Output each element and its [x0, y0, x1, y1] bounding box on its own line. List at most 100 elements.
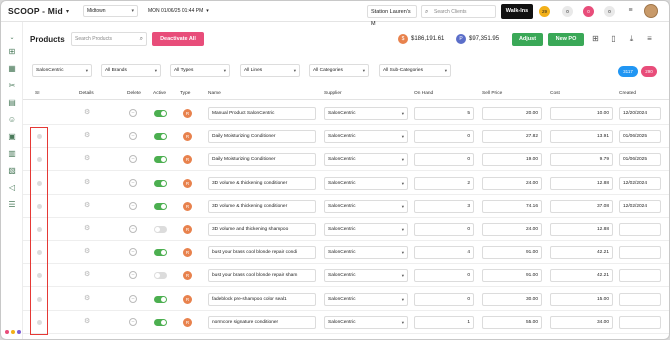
on-hand-field[interactable]: 4	[414, 246, 474, 260]
product-name-field[interactable]: 3D volume and thickening shampoo	[208, 223, 316, 236]
notification-badge[interactable]: 0	[604, 6, 615, 17]
column-header-sell-price[interactable]: Sell Price	[482, 91, 502, 96]
created-date-field[interactable]	[619, 223, 661, 236]
created-date-field[interactable]	[619, 246, 661, 260]
supplier-filter[interactable]: SalonCentric ▾	[32, 64, 92, 77]
gear-icon[interactable]: ⚙	[84, 179, 90, 187]
clients-icon[interactable]: ☺	[6, 115, 18, 125]
cost-field[interactable]: 37.08	[550, 199, 613, 213]
created-date-field[interactable]	[619, 315, 661, 329]
delete-icon[interactable]: –	[129, 155, 137, 164]
contacts-icon[interactable]: ▣	[6, 132, 18, 142]
delete-icon[interactable]: –	[129, 132, 137, 141]
cost-field[interactable]: 42.21	[550, 246, 613, 260]
marketing-icon[interactable]: ◁	[6, 183, 18, 193]
column-header-supplier[interactable]: Supplier	[324, 91, 342, 96]
cost-field[interactable]: 12.88	[550, 176, 613, 190]
location-select[interactable]: Midtown ▾	[82, 5, 138, 17]
inactive-count-badge[interactable]: 290	[641, 66, 657, 77]
delete-icon[interactable]: –	[129, 317, 137, 326]
created-date-field[interactable]	[619, 269, 661, 283]
supplier-select[interactable]: SalonCentric ▾	[324, 269, 408, 283]
supplier-select[interactable]: SalonCentric ▾	[324, 246, 408, 260]
gear-icon[interactable]: ⚙	[84, 295, 90, 303]
created-date-field[interactable]: 01/06/2025	[619, 130, 661, 144]
line-filter[interactable]: All Lines ▾	[240, 64, 300, 77]
cost-field[interactable]: 9.79	[550, 153, 613, 167]
column-header-name[interactable]: Name	[208, 91, 221, 96]
sell-price-field[interactable]: 19.00	[482, 153, 542, 167]
category-filter[interactable]: All Categories ▾	[309, 64, 369, 77]
active-toggle[interactable]	[154, 202, 167, 210]
product-name-field[interactable]: Manual Product SalonCentric	[208, 107, 316, 120]
sell-price-field[interactable]: 91.00	[482, 246, 542, 260]
list-icon[interactable]: ≡	[644, 33, 655, 45]
active-toggle[interactable]	[154, 272, 167, 280]
delete-icon[interactable]: –	[129, 225, 137, 233]
active-toggle[interactable]	[154, 110, 167, 117]
product-name-field[interactable]: normcore signature conditioner	[208, 315, 316, 329]
sell-price-field[interactable]: 91.00	[482, 269, 542, 283]
created-date-field[interactable]: 12/02/2024	[619, 176, 661, 190]
notification-badge[interactable]: 29	[539, 6, 550, 17]
active-count-badge[interactable]: 3117	[618, 66, 638, 77]
sell-price-field[interactable]: 74.16	[482, 199, 542, 213]
new-po-button[interactable]: New PO	[548, 33, 584, 46]
active-toggle[interactable]	[154, 318, 167, 326]
product-search-input[interactable]: Search Products ⌕	[71, 32, 147, 46]
delete-icon[interactable]: –	[129, 178, 137, 187]
created-date-field[interactable]: 12/20/2024	[619, 107, 661, 120]
column-header-si[interactable]: SI	[35, 91, 40, 96]
active-toggle[interactable]	[154, 295, 167, 303]
chevron-down-icon[interactable]: ⌄	[6, 33, 18, 43]
cost-field[interactable]: 13.91	[550, 130, 613, 144]
gear-icon[interactable]: ⚙	[84, 318, 90, 326]
supplier-select[interactable]: SalonCentric ▾	[324, 292, 408, 306]
on-hand-field[interactable]: 3	[414, 199, 474, 213]
supplier-select[interactable]: SalonCentric ▾	[324, 199, 408, 213]
column-header-type[interactable]: Type	[180, 91, 190, 96]
gear-icon[interactable]: ⚙	[84, 225, 90, 233]
product-name-field[interactable]: 3D volume & thickening conditioner	[208, 199, 316, 213]
cost-field[interactable]: 34.00	[550, 315, 613, 329]
gear-icon[interactable]: ⚙	[84, 248, 90, 256]
gear-icon[interactable]: ⚙	[84, 202, 90, 210]
avatar[interactable]	[644, 4, 658, 18]
column-header-created[interactable]: Created	[619, 91, 636, 96]
supplier-select[interactable]: SalonCentric ▾	[324, 315, 408, 329]
on-hand-field[interactable]: 0	[414, 223, 474, 236]
download-icon[interactable]: ⤓	[626, 33, 637, 45]
delete-icon[interactable]: –	[129, 201, 137, 210]
supplier-select[interactable]: SalonCentric ▾	[324, 176, 408, 190]
walk-ins-button[interactable]: Walk-Ins	[501, 4, 533, 19]
delete-icon[interactable]: –	[129, 271, 137, 280]
cost-field[interactable]: 42.21	[550, 269, 613, 283]
supplier-select[interactable]: SalonCentric ▾	[324, 130, 408, 144]
cost-field[interactable]: 10.00	[550, 107, 613, 120]
active-toggle[interactable]	[154, 133, 167, 141]
product-name-field[interactable]: Daily Moisturizing Conditioner	[208, 130, 316, 144]
sell-price-field[interactable]: 24.00	[482, 223, 542, 236]
deactivate-all-button[interactable]: Deactivate All	[152, 32, 204, 46]
type-filter[interactable]: All Types ▾	[170, 64, 230, 77]
register-icon[interactable]: ▤	[6, 98, 18, 108]
on-hand-field[interactable]: 0	[414, 269, 474, 283]
gear-icon[interactable]: ⚙	[84, 271, 90, 279]
chevron-down-icon[interactable]: ▾	[66, 8, 69, 15]
supplier-select[interactable]: SalonCentric ▾	[324, 223, 408, 236]
add-icon[interactable]: ⊞	[590, 33, 601, 45]
on-hand-field[interactable]: 0	[414, 130, 474, 144]
product-name-field[interactable]: Daily Moisturizing Conditioner	[208, 153, 316, 167]
product-name-field[interactable]: 3D volume & thickening conditioner	[208, 176, 316, 190]
gear-icon[interactable]: ⚙	[84, 155, 90, 163]
on-hand-field[interactable]: 0	[414, 153, 474, 167]
client-search-input[interactable]: ⌕ Search Clients	[421, 5, 496, 18]
adjust-button[interactable]: Adjust	[512, 33, 543, 46]
column-header-on-hand[interactable]: On Hand	[414, 91, 433, 96]
brand-name[interactable]: SCOOP - Mid	[8, 6, 63, 16]
subcategory-filter[interactable]: All Sub-Categories ▾	[379, 64, 451, 77]
scissors-icon[interactable]: ✂	[6, 81, 18, 91]
active-toggle[interactable]	[154, 179, 167, 187]
gear-icon[interactable]: ⚙	[84, 109, 90, 117]
product-name-field[interactable]: fadeblock pre-shampoo color seal1	[208, 292, 316, 306]
